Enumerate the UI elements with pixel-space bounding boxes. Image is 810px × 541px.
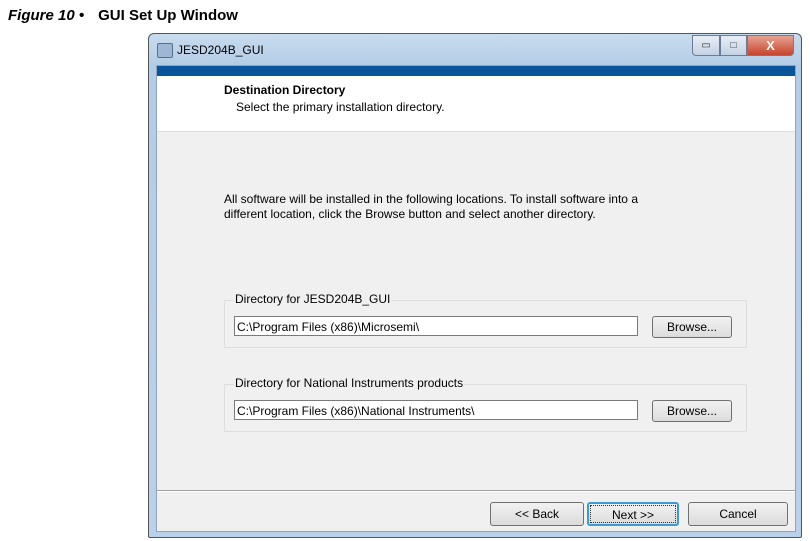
- installer-window: JESD204B_GUI ▭ □ X Destination Directory…: [148, 33, 802, 538]
- client-area: Destination Directory Select the primary…: [156, 65, 796, 532]
- minimize-button[interactable]: ▭: [692, 35, 720, 56]
- group-label: Directory for JESD204B_GUI: [234, 292, 392, 306]
- intro-text: All software will be installed in the fo…: [224, 192, 638, 221]
- divider: [157, 490, 795, 492]
- directory-group-jesd: Directory for JESD204B_GUI C:\Program Fi…: [224, 292, 747, 348]
- figure-caption: Figure 10 • GUI Set Up Window: [8, 7, 238, 24]
- cancel-button[interactable]: Cancel: [688, 502, 788, 526]
- browse-button[interactable]: Browse...: [652, 316, 732, 338]
- directory-path-input[interactable]: C:\Program Files (x86)\National Instrume…: [234, 400, 638, 420]
- page-header: Destination Directory Select the primary…: [157, 76, 795, 132]
- page-title: Destination Directory: [224, 83, 346, 97]
- directory-group-ni: Directory for National Instruments produ…: [224, 376, 747, 432]
- close-button[interactable]: X: [747, 35, 794, 56]
- page-subtitle: Select the primary installation director…: [236, 100, 445, 114]
- group-label: Directory for National Instruments produ…: [234, 376, 465, 390]
- browse-button[interactable]: Browse...: [652, 400, 732, 422]
- window-title: JESD204B_GUI: [177, 43, 264, 57]
- title-bar[interactable]: JESD204B_GUI ▭ □ X: [149, 34, 801, 65]
- back-button[interactable]: << Back: [490, 502, 584, 526]
- app-icon: [157, 43, 173, 58]
- maximize-button[interactable]: □: [720, 35, 747, 56]
- figure-number: Figure 10 •: [8, 7, 85, 24]
- header-band: [157, 66, 795, 76]
- next-button[interactable]: Next >>: [587, 502, 679, 526]
- directory-path-input[interactable]: C:\Program Files (x86)\Microsemi\: [234, 316, 638, 336]
- figure-title: GUI Set Up Window: [98, 7, 238, 24]
